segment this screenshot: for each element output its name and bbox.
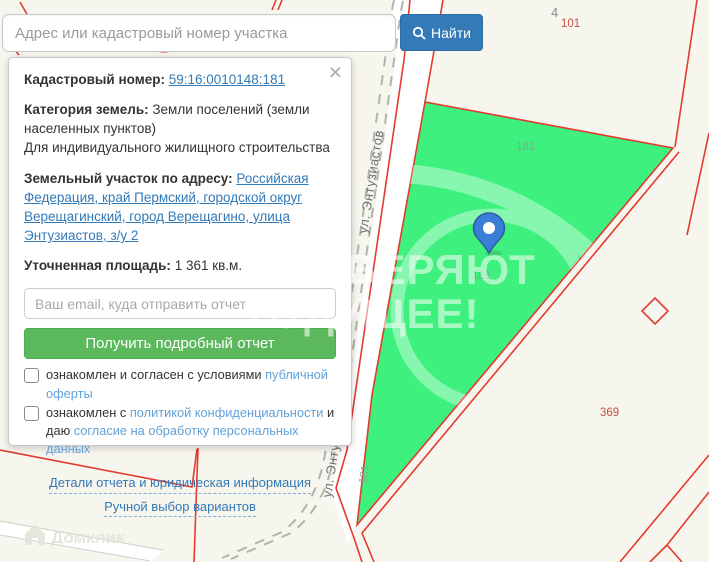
label-parcel-101: 101 [561, 18, 580, 30]
consent-privacy-checkbox[interactable] [24, 405, 39, 421]
cadastral-number-row: Кадастровый номер: 59:16:0010148:181 [24, 70, 336, 89]
manual-selection-link[interactable]: Ручной выбор вариантов [104, 498, 256, 518]
cadastral-number-label: Кадастровый номер: [24, 72, 165, 87]
search-input[interactable] [2, 14, 396, 52]
personal-data-link[interactable]: согласие на обработку персональных данны… [46, 423, 299, 456]
consent-privacy-text: ознакомлен с политикой конфиденциальност… [46, 404, 336, 458]
parcel-area-label: Уточненная площадь: [24, 258, 171, 274]
pin-hole [483, 222, 495, 234]
consent-offer-text-part: ознакомлен и согласен с условиями [46, 367, 262, 383]
close-icon[interactable]: × [329, 61, 342, 84]
parcel-area-row: Уточненная площадь: 1 361 кв.м. [24, 256, 336, 275]
privacy-policy-link[interactable]: политикой конфиденциальности [130, 405, 324, 420]
label-parcel-181: 181 [516, 141, 535, 153]
consent-privacy-row: ознакомлен с политикой конфиденциальност… [24, 404, 336, 458]
label-parcel-181-pin: 181 [472, 270, 491, 282]
get-report-button-label: Получить подробный отчет [85, 335, 275, 353]
consent-offer-checkbox[interactable] [24, 368, 39, 384]
popup-bottom-links: Детали отчета и юридическая информация Р… [24, 472, 336, 519]
consent-offer-text: ознакомлен и согласен с условиями публич… [46, 366, 336, 402]
consent-offer-row: ознакомлен и согласен с условиями публич… [24, 366, 336, 402]
label-parcel-369: 369 [600, 407, 619, 419]
find-button-label: Найти [431, 24, 471, 41]
search-icon [412, 26, 426, 40]
get-report-button[interactable]: Получить подробный отчет [24, 328, 336, 360]
land-category-row: Категория земель: Земли поселений (земли… [24, 100, 336, 157]
land-usage-value: Для индивидуального жилищного строительс… [24, 140, 330, 156]
parcel-address-label: Земельный участок по адресу: [24, 170, 233, 186]
domclick-logo-text: Домклик [51, 528, 125, 547]
parcel-address-row: Земельный участок по адресу: Российская … [24, 169, 336, 246]
email-input[interactable] [24, 288, 336, 320]
parcel-info-popup: × Кадастровый номер: 59:16:0010148:181 К… [8, 57, 352, 518]
report-details-link[interactable]: Детали отчета и юридическая информация [48, 474, 312, 494]
parcel-area-value: 1 361 кв.м. [174, 258, 243, 274]
consent-privacy-text-part1: ознакомлен с [46, 404, 127, 420]
label-house-4: 4 [551, 5, 558, 20]
find-button[interactable]: Найти [400, 14, 483, 51]
land-category-label: Категория земель: [24, 102, 149, 118]
cadastral-number-link[interactable]: 59:16:0010148:181 [169, 72, 285, 87]
